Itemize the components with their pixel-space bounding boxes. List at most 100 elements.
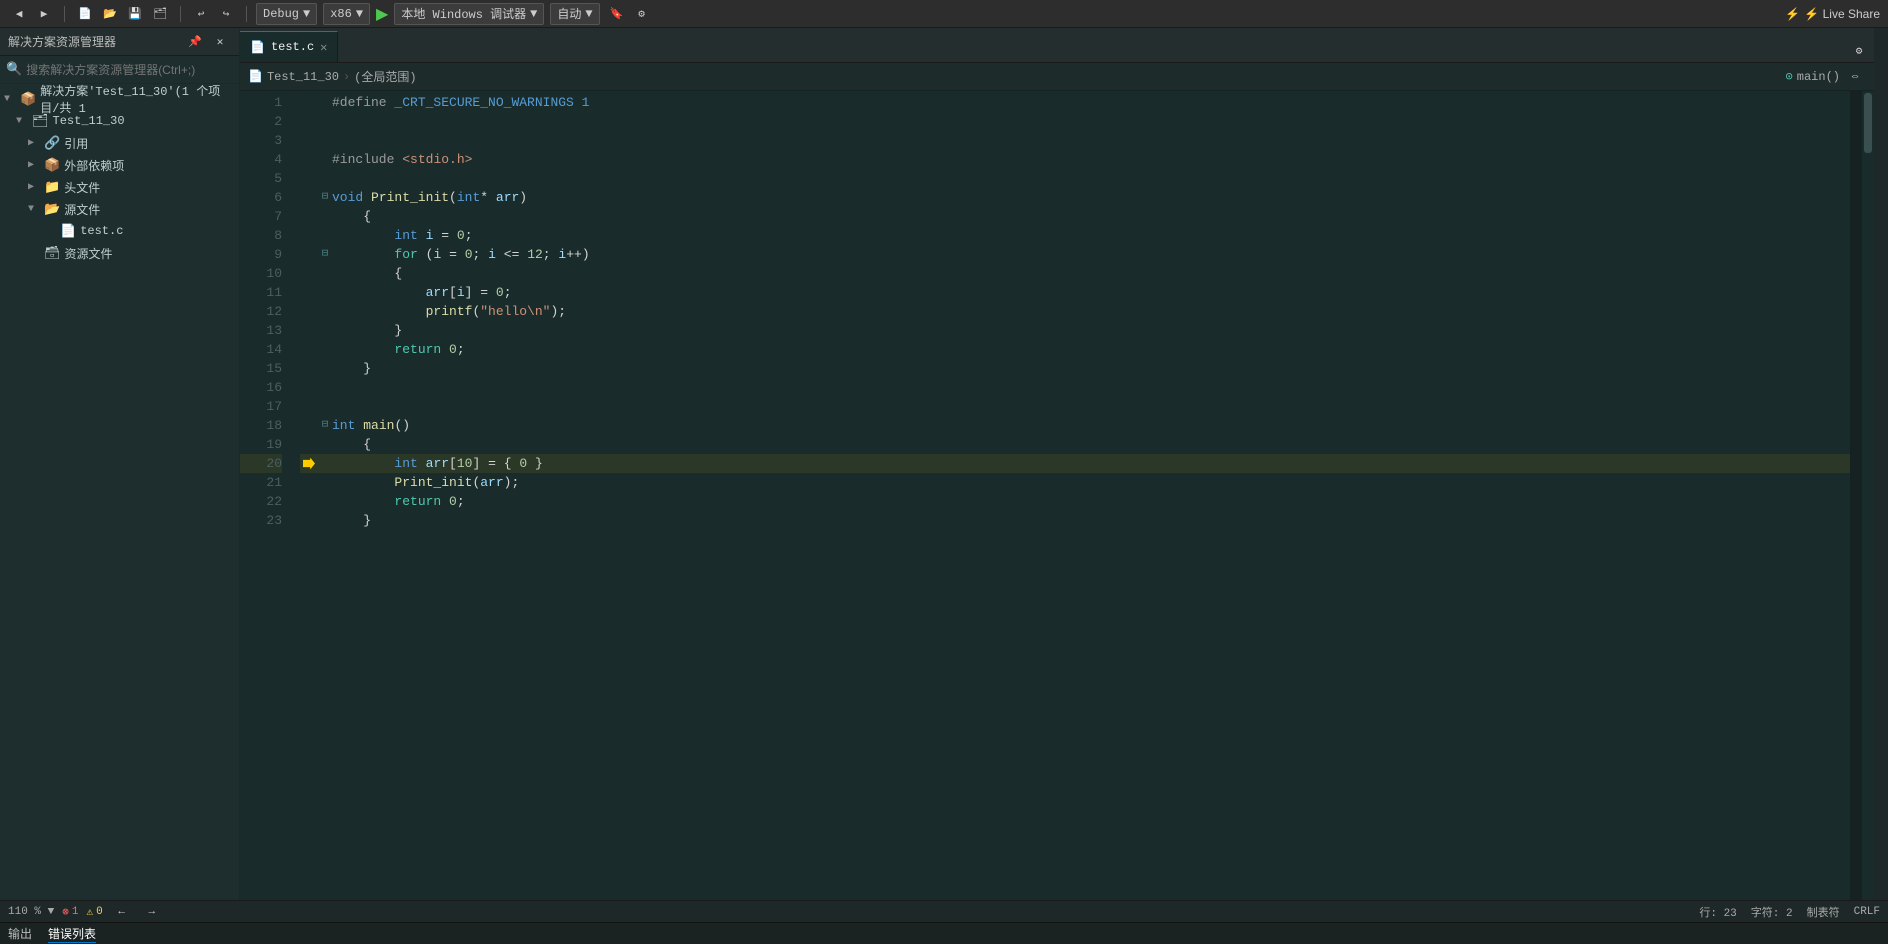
zoom-selector[interactable]: 110 % ▼ bbox=[8, 906, 54, 918]
sidebar-tree: ▼ 📦 解决方案'Test_11_30'(1 个项目/共 1 ▼ 🗂 Test_… bbox=[0, 84, 239, 900]
dropdown-arrow: ▼ bbox=[303, 7, 310, 21]
code-line-22: return 0; bbox=[300, 492, 1850, 511]
bookmark-button[interactable]: 🔖 bbox=[606, 3, 628, 25]
tab-close-button[interactable]: ✕ bbox=[320, 40, 327, 55]
sources-label: 源文件 bbox=[64, 201, 235, 218]
nav-fwd-button[interactable]: → bbox=[141, 901, 163, 923]
fold-icon-11 bbox=[318, 286, 332, 300]
code-text-9: for (i = 0; i <= 12; i++) bbox=[332, 245, 590, 264]
settings-button[interactable]: ⚙ bbox=[631, 3, 653, 25]
nav-func-icon: ⊙ bbox=[1786, 69, 1793, 84]
nav-bar: 📄 Test_11_30 › (全局范围) ⊙ main() ⇔ bbox=[240, 63, 1874, 91]
code-line-10: { bbox=[300, 264, 1850, 283]
run-button[interactable]: ▶ bbox=[376, 4, 388, 24]
sidebar-header: 解决方案资源管理器 📌 ✕ bbox=[0, 28, 239, 56]
code-line-4: #include <stdio.h> bbox=[300, 150, 1850, 169]
tab-error-list[interactable]: 错误列表 bbox=[48, 925, 96, 943]
error-badge[interactable]: ⊗ 1 bbox=[62, 905, 78, 919]
nav-back-button[interactable]: ← bbox=[111, 901, 133, 923]
code-line-11: arr[i] = 0; bbox=[300, 283, 1850, 302]
sidebar-close-button[interactable]: ✕ bbox=[209, 31, 231, 53]
main-area: 解决方案资源管理器 📌 ✕ 🔍 ▼ 📦 解决方案'Test_11_30'(1 个… bbox=[0, 28, 1888, 900]
scrollbar-thumb[interactable] bbox=[1864, 93, 1872, 153]
sidebar-pin-button[interactable]: 📌 bbox=[184, 31, 206, 53]
col-indicator: 字符: 2 bbox=[1751, 904, 1793, 920]
ref-icon: 🔗 bbox=[44, 136, 60, 151]
resources-label: 资源文件 bbox=[65, 245, 235, 262]
code-line-7: { bbox=[300, 207, 1850, 226]
sep1 bbox=[64, 6, 65, 22]
tab-bar: 📄 test.c ✕ ⚙ bbox=[240, 28, 1874, 63]
fold-icon-9[interactable]: ⊟ bbox=[318, 248, 332, 262]
warn-count: 0 bbox=[96, 906, 103, 918]
fold-icon-16 bbox=[318, 381, 332, 395]
file-icons: 📄 📂 💾 🗂 bbox=[74, 3, 171, 25]
headers-label: 头文件 bbox=[64, 179, 235, 196]
zoom-level: 110 % bbox=[8, 906, 41, 918]
code-line-13: } bbox=[300, 321, 1850, 340]
tab-output[interactable]: 输出 bbox=[8, 925, 32, 942]
search-icon: 🔍 bbox=[6, 62, 22, 77]
code-line-8: int i = 0; bbox=[300, 226, 1850, 245]
code-line-20: int arr[10] = { 0 } bbox=[300, 454, 1850, 473]
platform-dropdown[interactable]: x86 ▼ bbox=[323, 3, 370, 25]
code-text-19: { bbox=[332, 435, 371, 454]
tab-testc[interactable]: 📄 test.c ✕ bbox=[240, 31, 338, 62]
project-item[interactable]: ▼ 🗂 Test_11_30 bbox=[0, 110, 239, 132]
charset-indicator: 制表符 bbox=[1807, 904, 1840, 920]
redo-button[interactable]: ↪ bbox=[215, 3, 237, 25]
code-line-14: return 0; bbox=[300, 340, 1850, 359]
code-editor[interactable]: 1234567891011121314151617181920212223 #d… bbox=[240, 91, 1874, 900]
status-tabs: 输出 错误列表 bbox=[0, 922, 1888, 944]
code-text-23: } bbox=[332, 511, 371, 530]
code-line-6: ⊟void Print_init(int* arr) bbox=[300, 188, 1850, 207]
debug-target-dropdown[interactable]: 本地 Windows 调试器 ▼ bbox=[394, 3, 544, 25]
live-share-button[interactable]: ⚡ ⚡ Live Share bbox=[1785, 7, 1880, 21]
dropdown-arrow3: ▼ bbox=[530, 7, 537, 21]
right-icons: 🔖 ⚙ bbox=[606, 3, 653, 25]
code-line-17 bbox=[300, 397, 1850, 416]
sidebar-item-sources[interactable]: ▼ 📂 源文件 bbox=[0, 198, 239, 220]
save-all-button[interactable]: 🗂 bbox=[149, 3, 171, 25]
scrollbar-track bbox=[1862, 91, 1874, 900]
fold-icon-21 bbox=[318, 476, 332, 490]
save-button[interactable]: 💾 bbox=[124, 3, 146, 25]
code-content[interactable]: #define _CRT_SECURE_NO_WARNINGS 1#includ… bbox=[290, 91, 1850, 900]
sidebar-item-resources[interactable]: ▶ 🗃 资源文件 bbox=[0, 242, 239, 264]
fold-icon-8 bbox=[318, 229, 332, 243]
sidebar-item-headers[interactable]: ▶ 📁 头文件 bbox=[0, 176, 239, 198]
dropdown-arrow4: ▼ bbox=[585, 7, 592, 21]
sidebar-item-ref[interactable]: ▶ 🔗 引用 bbox=[0, 132, 239, 154]
auto-dropdown[interactable]: 自动 ▼ bbox=[550, 3, 599, 25]
tab-settings-button[interactable]: ⚙ bbox=[1848, 40, 1870, 62]
solution-item[interactable]: ▼ 📦 解决方案'Test_11_30'(1 个项目/共 1 bbox=[0, 88, 239, 110]
code-text-22: return 0; bbox=[332, 492, 465, 511]
fold-icon-6[interactable]: ⊟ bbox=[318, 191, 332, 205]
search-input[interactable] bbox=[26, 63, 233, 77]
ref-arrow: ▶ bbox=[28, 137, 40, 149]
extdeps-icon: 📦 bbox=[44, 158, 60, 173]
warn-badge[interactable]: ⚠ 0 bbox=[86, 905, 102, 919]
bottom-bar: 110 % ▼ ⊗ 1 ⚠ 0 ← → 行: 23 字符: 2 制表符 CRLF bbox=[0, 900, 1888, 922]
code-line-5 bbox=[300, 169, 1850, 188]
forward-button[interactable]: ▶ bbox=[33, 3, 55, 25]
fold-icon-23 bbox=[318, 514, 332, 528]
nav-expand-button[interactable]: ⇔ bbox=[1844, 66, 1866, 88]
debug-config-dropdown[interactable]: Debug ▼ bbox=[256, 3, 317, 25]
undo-button[interactable]: ↩ bbox=[190, 3, 212, 25]
code-line-18: ⊟int main() bbox=[300, 416, 1850, 435]
headers-icon: 📁 bbox=[44, 180, 60, 195]
sidebar-item-extdeps[interactable]: ▶ 📦 外部依赖项 bbox=[0, 154, 239, 176]
error-icon: ⊗ bbox=[62, 905, 69, 919]
nav-sep1: › bbox=[343, 70, 350, 84]
new-file-button[interactable]: 📄 bbox=[74, 3, 96, 25]
open-file-button[interactable]: 📂 bbox=[99, 3, 121, 25]
fold-icon-18[interactable]: ⊟ bbox=[318, 419, 332, 433]
sidebar-item-testc[interactable]: ▶ 📄 test.c bbox=[0, 220, 239, 242]
nav-func: main() bbox=[1797, 70, 1840, 84]
back-button[interactable]: ◀ bbox=[8, 3, 30, 25]
code-line-19: { bbox=[300, 435, 1850, 454]
warn-icon: ⚠ bbox=[86, 905, 93, 919]
headers-arrow: ▶ bbox=[28, 181, 40, 193]
edit-icons: ↩ ↪ bbox=[190, 3, 237, 25]
